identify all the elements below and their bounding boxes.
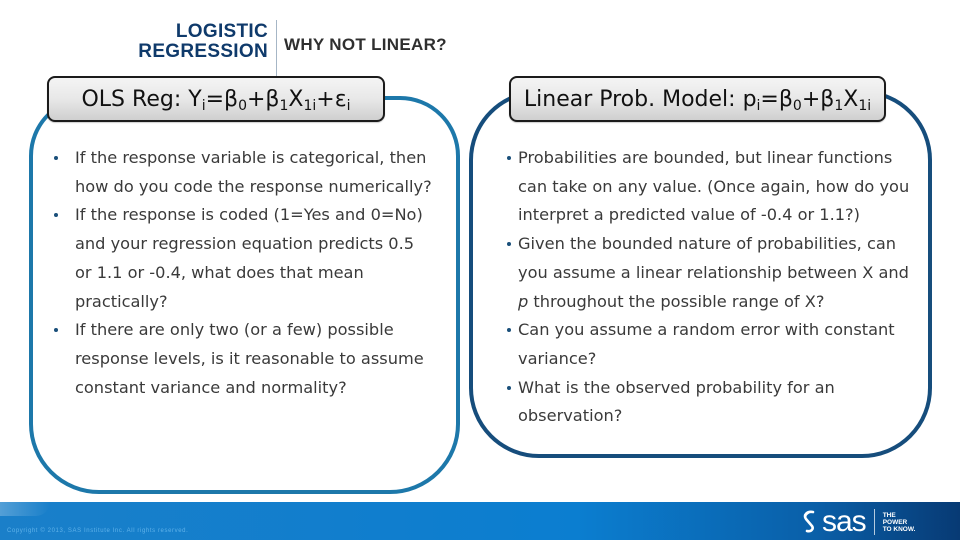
bullet-dot-icon (507, 242, 511, 247)
footer-bar: Copyright © 2013, SAS Institute Inc. All… (0, 502, 960, 540)
slide-header: LOGISTIC REGRESSION WHY NOT LINEAR? (0, 20, 960, 76)
ols-bullet-list: If the response variable is categorical,… (39, 144, 434, 402)
logo-divider (873, 509, 875, 535)
lpm-title-label: Linear Prob. Model: (523, 86, 736, 112)
copyright-text: Copyright © 2013, SAS Institute Inc. All… (7, 528, 189, 534)
bullet-dot-icon (507, 328, 511, 333)
sas-wordmark: sas (822, 505, 867, 538)
lpm-bullet: Given the bounded nature of probabilitie… (500, 230, 920, 316)
section-title-line2: REGRESSION (138, 41, 268, 62)
ols-title-box: OLS Reg: Yi=β0+β1X1i+εi (47, 76, 385, 122)
logo-tagline: THE POWER TO KNOW. (882, 511, 916, 533)
lpm-title-box: Linear Prob. Model: pi=β0+β1X1i (509, 76, 886, 122)
ols-bullet: If the response is coded (1=Yes and 0=No… (39, 201, 434, 316)
lpm-bullet: What is the observed probability for an … (500, 374, 920, 431)
bullet-dot-icon (507, 385, 511, 390)
lpm-equation: pi=β0+β1X1i (742, 86, 872, 114)
sas-logo: sas THE POWER TO KNOW. (800, 505, 916, 538)
section-title-line1: LOGISTIC (175, 21, 268, 42)
ols-title-label: OLS Reg: (81, 86, 182, 112)
lpm-bullet: Can you assume a random error with const… (500, 316, 920, 373)
header-divider (276, 20, 277, 76)
ols-bullet: If there are only two (or a few) possibl… (39, 316, 434, 402)
bullet-dot-icon (54, 328, 58, 333)
bullet-dot-icon (54, 213, 58, 218)
bullet-dot-icon (54, 156, 58, 160)
lpm-bullet-list: Probabilities are bounded, but linear fu… (500, 144, 920, 431)
slide-title: WHY NOT LINEAR? (284, 35, 447, 54)
bullet-dot-icon (507, 156, 511, 160)
lpm-bullet: Probabilities are bounded, but linear fu… (500, 144, 920, 230)
sas-s-mark-icon (803, 510, 815, 533)
ols-bullet: If the response variable is categorical,… (39, 144, 434, 201)
section-title: LOGISTIC REGRESSION (138, 22, 268, 62)
ols-equation: Yi=β0+β1X1i+εi (188, 86, 351, 114)
